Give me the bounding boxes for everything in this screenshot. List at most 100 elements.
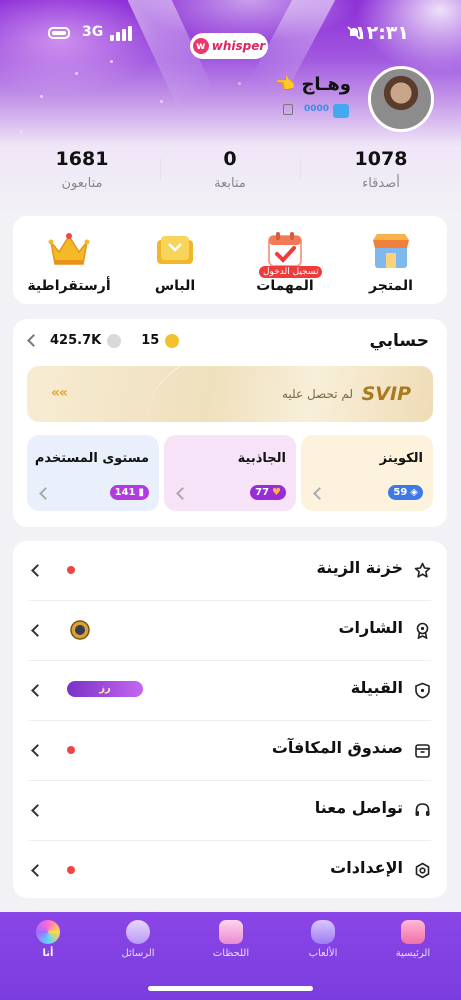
notification-dot: [67, 866, 75, 874]
charm-pill: 77 ♥: [250, 485, 286, 500]
medal-icon: [416, 622, 429, 639]
menu-label: الشارات: [338, 618, 403, 637]
double-chevron-icon: « «: [51, 385, 68, 401]
menu-card: خزنة الزينة الشارات القبيلة رز صندوق الم…: [13, 541, 447, 898]
svip-banner[interactable]: « « لم تحصل عليه SVIP: [27, 366, 433, 422]
menu-label: خزنة الزينة: [316, 558, 403, 577]
menu-item-settings[interactable]: الإعدادات: [29, 841, 431, 900]
tribe-tag-text: رز: [99, 683, 111, 694]
svip-tag: SVIP: [361, 383, 411, 405]
signal-icon: [110, 25, 134, 41]
home-indicator: [148, 986, 313, 991]
chevron-left-icon: [31, 864, 44, 877]
shield-icon: [415, 682, 430, 699]
gamepad-icon: [311, 920, 335, 944]
quick-label: الباس: [154, 278, 196, 294]
card-value: 77: [255, 487, 270, 498]
status-bar: 3G w whisper ١٢:٣١: [0, 18, 461, 59]
tab-label: الرئيسية: [395, 948, 431, 959]
ticket-pass-icon: [153, 230, 197, 270]
app-logo: w whisper: [190, 33, 268, 59]
tab-me[interactable]: أنا: [13, 920, 83, 959]
badge-emblem-icon: [70, 620, 90, 640]
bars-icon: ▮: [138, 487, 144, 498]
card-value: 141: [114, 487, 136, 498]
menu-item-badges[interactable]: الشارات: [29, 601, 431, 661]
stat-following[interactable]: 0 متابعة: [160, 148, 300, 191]
chevron-left-icon: [176, 487, 189, 500]
sparkle: [238, 82, 241, 85]
level-badge-icon: [333, 104, 349, 118]
stat-friends[interactable]: 1078 أصدقاء: [311, 148, 451, 191]
stat-followers[interactable]: 1681 متابعون: [12, 148, 152, 191]
card-user-level[interactable]: مستوى المستخدم 141 ▮: [27, 435, 159, 511]
card-value: 59: [393, 487, 408, 498]
stats-row: 1078 أصدقاء 0 متابعة 1681 متابعون: [18, 148, 443, 198]
message-bubble-icon: [126, 920, 150, 944]
chevron-left-icon: [31, 564, 44, 577]
tab-label: الرسائل: [121, 948, 155, 959]
chevron-left-icon: [31, 744, 44, 757]
menu-label: تواصل معنا: [314, 798, 403, 817]
menu-item-rewards-box[interactable]: صندوق المكافآت: [29, 721, 431, 781]
headset-icon: [415, 803, 430, 816]
stat-label: متابعة: [214, 176, 246, 191]
moments-icon: [219, 920, 243, 944]
account-balance-row[interactable]: 425.7K 15: [27, 333, 180, 348]
crown-icon: [47, 230, 91, 270]
card-coins[interactable]: الكوينز 59 ◈: [301, 435, 433, 511]
quick-aristocracy[interactable]: أرستقراطية: [19, 230, 119, 294]
chevron-left-icon: [313, 487, 326, 500]
diamond-icon: [107, 333, 122, 348]
menu-item-tribe[interactable]: القبيلة رز: [29, 661, 431, 721]
app-logo-text: whisper: [211, 39, 266, 53]
status-time: ١٢:٣١: [355, 22, 409, 44]
menu-item-contact-us[interactable]: تواصل معنا: [29, 781, 431, 841]
menu-item-decoration-vault[interactable]: خزنة الزينة: [29, 541, 431, 601]
whisper-logo-icon: w: [192, 38, 209, 54]
user-id: 0000: [303, 104, 329, 114]
quick-label: المتجر: [369, 278, 413, 294]
tab-label: أنا: [42, 948, 54, 959]
chevron-left-icon: [31, 804, 44, 817]
quick-label: المهمات: [256, 278, 314, 294]
coins-value: 15: [141, 333, 160, 348]
card-charm[interactable]: الجاذبية 77 ♥: [164, 435, 296, 511]
star-icon: [414, 562, 431, 578]
sparkle: [160, 100, 163, 103]
tab-home[interactable]: الرئيسية: [378, 920, 448, 959]
chevron-left-icon: [27, 334, 40, 347]
sparkle: [110, 60, 113, 63]
sparkle: [40, 95, 43, 98]
tab-label: اللحظات: [212, 948, 250, 959]
divider: [160, 158, 161, 180]
account-title: حسابي: [369, 331, 429, 351]
settings-icon: [415, 862, 430, 879]
home-cake-icon: [401, 920, 425, 944]
tab-label: الألعاب: [308, 948, 338, 959]
divider: [300, 158, 301, 180]
stat-label: متابعون: [61, 176, 103, 191]
quick-store[interactable]: المتجر: [341, 230, 441, 294]
login-badge: تسجيل الدخول: [259, 266, 323, 278]
tab-moments[interactable]: اللحظات: [196, 920, 266, 959]
sparkle: [20, 130, 23, 133]
gift-box-icon: [415, 744, 430, 758]
stat-value: 1078: [354, 148, 408, 170]
menu-label: القبيلة: [350, 678, 403, 697]
quick-pass[interactable]: الباس: [125, 230, 225, 294]
gem-icon: ◈: [410, 487, 418, 498]
quick-tasks[interactable]: تسجيل الدخول المهمات: [235, 230, 335, 294]
hand-point-icon: 👈: [275, 74, 295, 93]
chevron-left-icon: [31, 684, 44, 697]
chevron-left-icon: [39, 487, 52, 500]
account-card: حسابي 425.7K 15 « « لم تحصل عليه SVIP ال…: [13, 319, 447, 527]
avatar[interactable]: [368, 66, 434, 132]
menu-label: صندوق المكافآت: [271, 738, 403, 757]
coins-pill: 59 ◈: [388, 485, 423, 500]
tab-games[interactable]: الألعاب: [288, 920, 358, 959]
chevron-left-icon: [31, 624, 44, 637]
card-title: الجاذبية: [237, 451, 286, 466]
tab-messages[interactable]: الرسائل: [103, 920, 173, 959]
copy-icon[interactable]: [283, 104, 293, 115]
